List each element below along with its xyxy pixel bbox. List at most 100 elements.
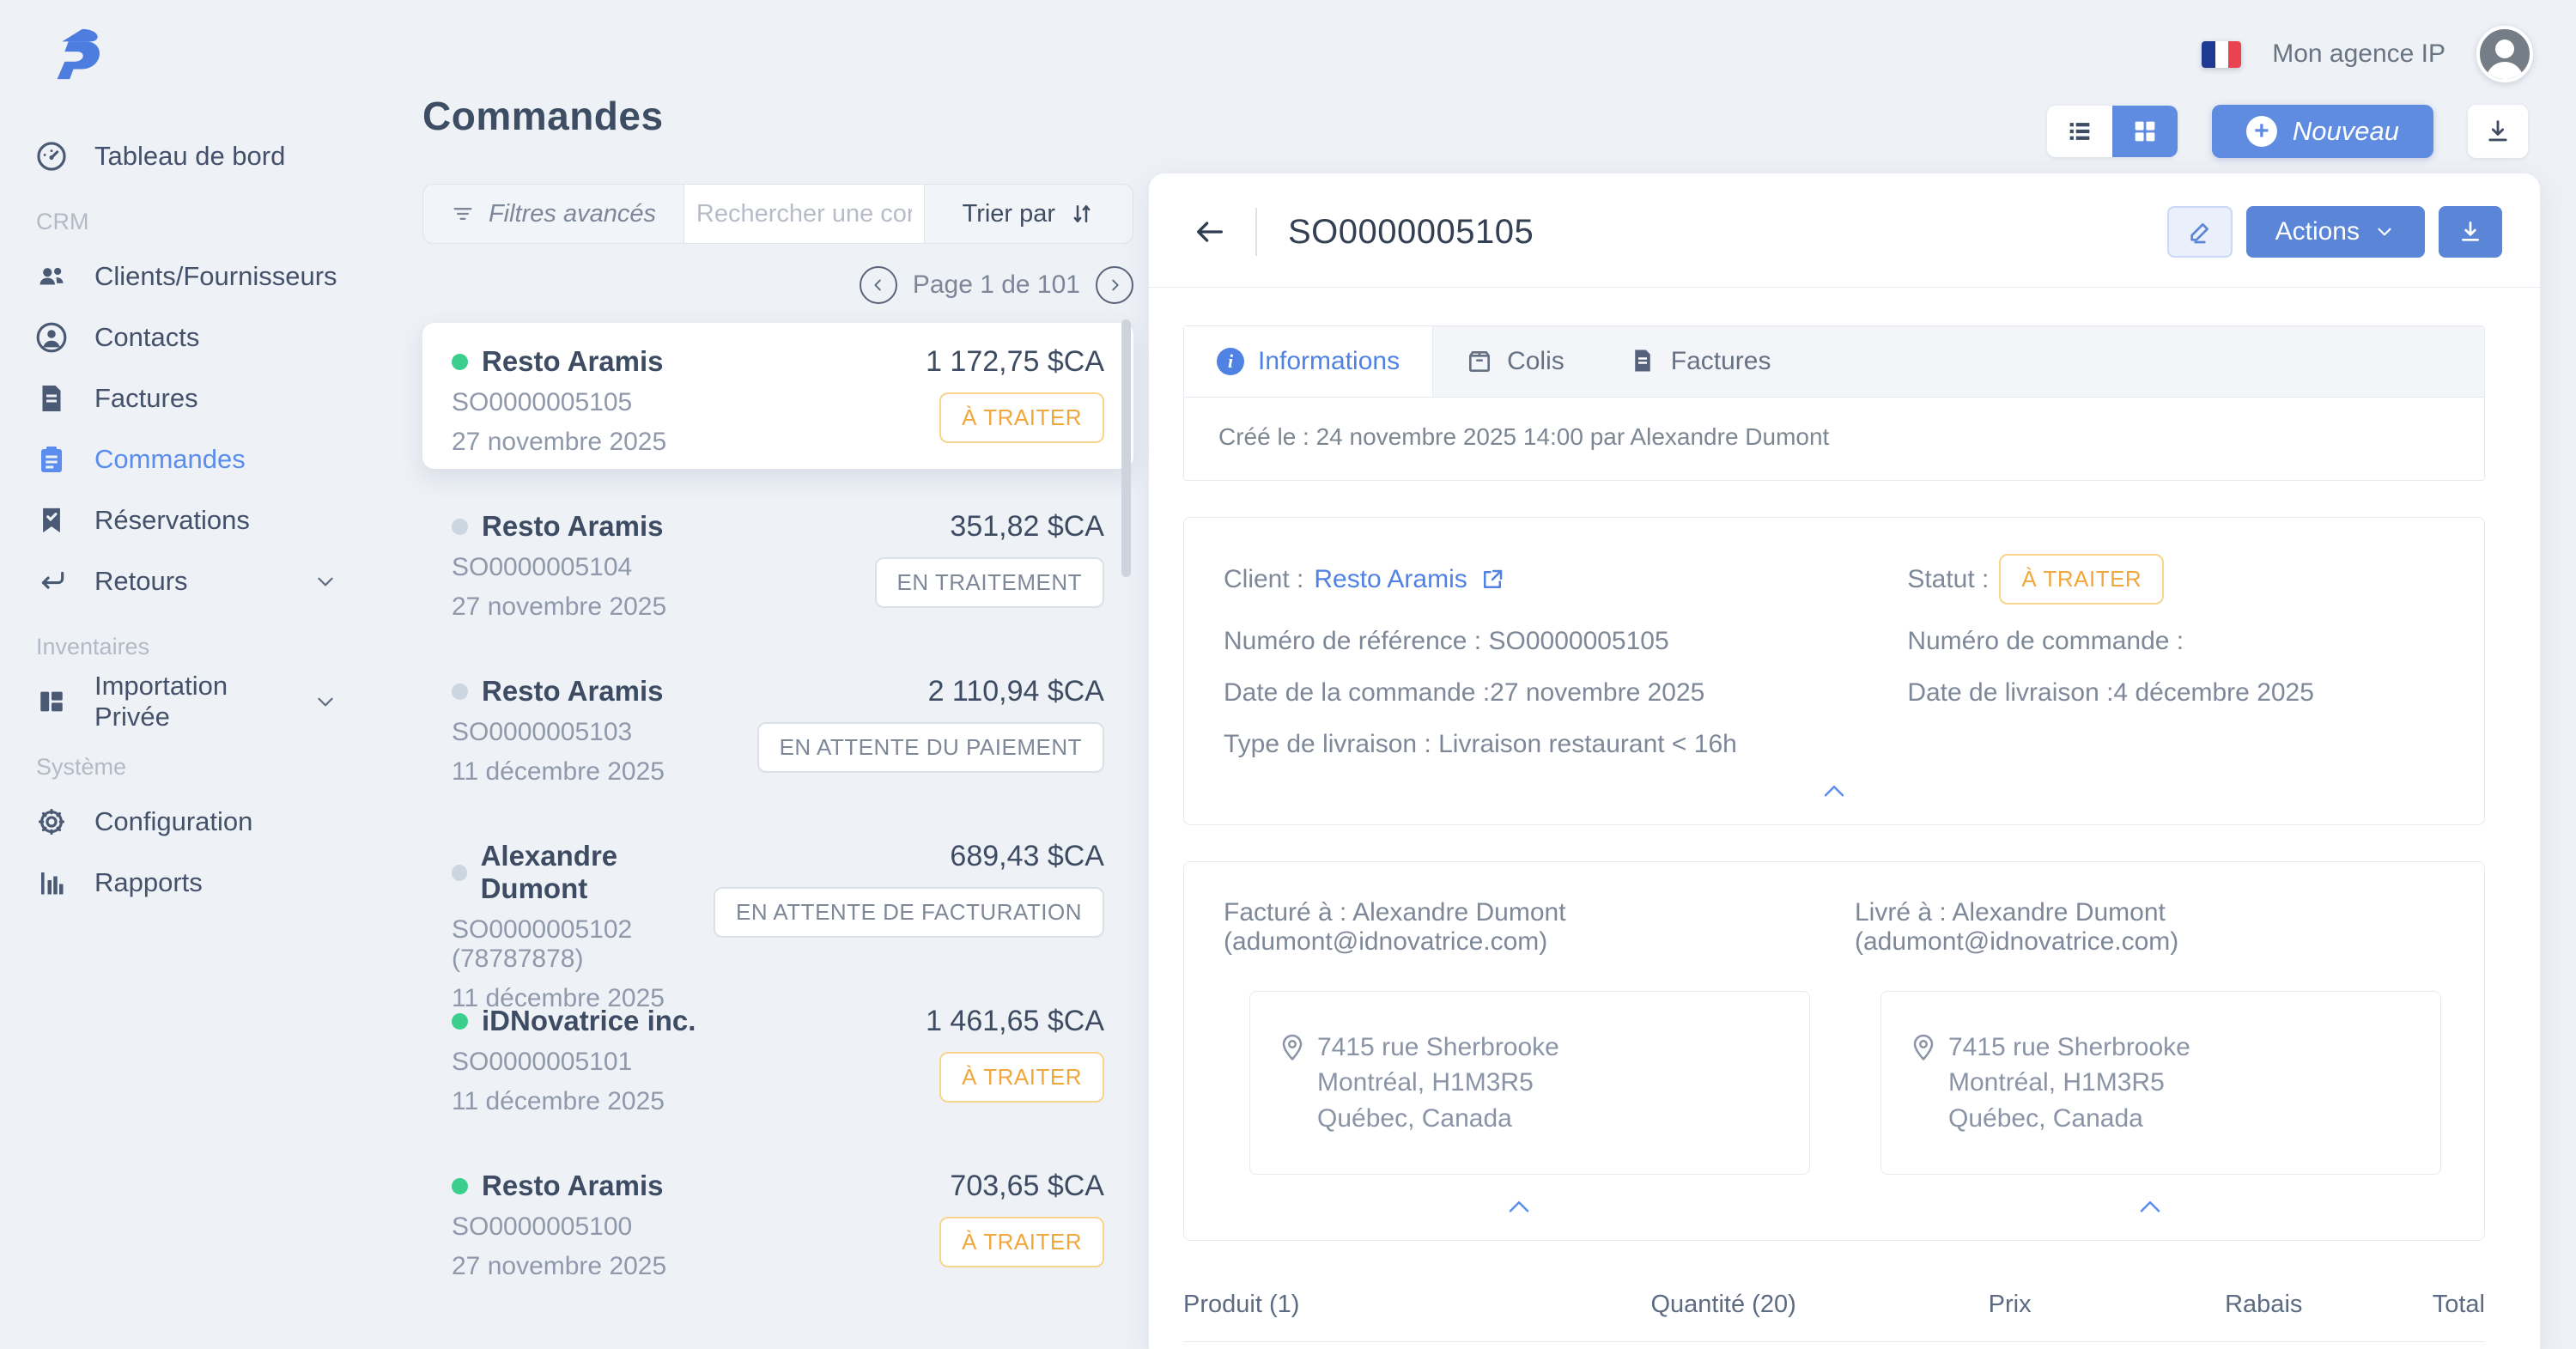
order-card[interactable]: iDNovatrice inc. SO0000005101 11 décembr… — [422, 982, 1133, 1128]
app-logo-icon[interactable] — [45, 24, 105, 84]
sidebar-item-contacts[interactable]: Contacts — [34, 307, 404, 368]
order-amount: 689,43 $CA — [950, 840, 1104, 873]
grid-view-button[interactable] — [2112, 106, 2178, 157]
delivery-type-line: Type de livraison : Livraison restaurant… — [1224, 730, 1907, 759]
sidebar: Tableau de bord CRM Clients/Fournisseurs… — [0, 0, 404, 1349]
sidebar-item-label: Tableau de bord — [94, 141, 285, 172]
order-reference: SO0000005102 (78787878) — [452, 915, 714, 974]
order-id-title: SO0000005105 — [1288, 213, 1534, 252]
chevron-down-icon — [314, 570, 337, 592]
bar-chart-icon — [34, 866, 69, 900]
billing-address-box: 7415 rue Sherbrooke Montréal, H1M3R5 Qué… — [1249, 991, 1810, 1175]
pencil-icon — [2186, 218, 2214, 246]
order-reference: SO0000005100 — [452, 1212, 666, 1242]
pagination-label: Page 1 de 101 — [913, 270, 1080, 300]
columns-icon — [34, 684, 69, 719]
sidebar-item-rapports[interactable]: Rapports — [34, 852, 404, 913]
pagination: Page 1 de 101 — [422, 266, 1133, 304]
collapse-chevron-icon[interactable] — [1224, 1175, 1814, 1226]
sidebar-section-systeme: Système — [36, 754, 404, 781]
location-pin-icon — [1279, 1033, 1305, 1064]
info-icon: i — [1217, 348, 1244, 375]
sort-label: Trier par — [963, 200, 1056, 228]
col-produit: Produit (1) — [1183, 1291, 1613, 1319]
people-icon — [34, 259, 69, 294]
actions-button-label: Actions — [2275, 217, 2360, 246]
order-card[interactable]: Resto Aramis SO0000005100 27 novembre 20… — [422, 1147, 1133, 1293]
order-date-line: Date de la commande :27 novembre 2025 — [1224, 678, 1907, 708]
collapse-chevron-icon[interactable] — [1855, 1175, 2445, 1226]
order-date: 27 novembre 2025 — [452, 428, 666, 457]
france-flag-icon[interactable] — [2202, 41, 2241, 68]
nouveau-button[interactable]: + Nouveau — [2212, 105, 2433, 158]
order-card[interactable]: Resto Aramis SO0000005105 27 novembre 20… — [422, 323, 1133, 469]
shipping-address-box: 7415 rue Sherbrooke Montréal, H1M3R5 Qué… — [1880, 991, 2441, 1175]
order-card[interactable]: Resto Aramis SO0000005104 27 novembre 20… — [422, 488, 1133, 634]
order-date: 27 novembre 2025 — [452, 1252, 666, 1281]
sidebar-section-inventaires: Inventaires — [36, 634, 404, 660]
view-toggle — [2047, 106, 2178, 157]
status-badge: À TRAITER — [1999, 554, 2164, 605]
back-arrow-icon[interactable] — [1190, 215, 1230, 249]
filter-bar: Filtres avancés Trier par — [422, 184, 1133, 244]
gear-icon — [34, 805, 69, 839]
sidebar-item-clients-fournisseurs[interactable]: Clients/Fournisseurs — [34, 246, 404, 307]
status-dot — [452, 1013, 468, 1030]
status-dot — [452, 865, 467, 881]
tab-colis[interactable]: Colis — [1433, 326, 1597, 397]
sidebar-item-configuration[interactable]: Configuration — [34, 791, 404, 852]
client-line: Client : Resto Aramis — [1224, 554, 1907, 605]
divider — [1255, 208, 1257, 256]
client-link[interactable]: Resto Aramis — [1314, 565, 1504, 594]
order-client: iDNovatrice inc. — [482, 1005, 696, 1037]
package-icon — [1466, 348, 1493, 375]
export-button[interactable] — [2468, 105, 2528, 158]
order-card[interactable]: Alexandre Dumont SO0000005102 (78787878)… — [422, 817, 1133, 963]
collapse-chevron-icon[interactable] — [1224, 759, 2445, 811]
sidebar-item-label: Réservations — [94, 505, 250, 536]
sidebar-section-crm: CRM — [36, 209, 404, 235]
list-scrollbar[interactable] — [1121, 319, 1131, 577]
previous-page-button[interactable] — [860, 266, 897, 304]
order-amount: 1 461,65 $CA — [926, 1005, 1104, 1038]
sidebar-item-importation-privee[interactable]: Importation Privée — [34, 671, 404, 732]
sort-button[interactable]: Trier par — [925, 185, 1133, 243]
sidebar-item-reservations[interactable]: Réservations — [34, 489, 404, 550]
tab-factures[interactable]: Factures — [1597, 326, 1804, 397]
sidebar-item-dashboard[interactable]: Tableau de bord — [34, 125, 404, 186]
topbar-right: Mon agence IP — [2202, 26, 2533, 82]
created-line: Créé le : 24 novembre 2025 14:00 par Ale… — [1184, 398, 2484, 480]
download-order-button[interactable] — [2439, 206, 2502, 258]
nouveau-button-label: Nouveau — [2293, 116, 2399, 147]
list-view-button[interactable] — [2047, 106, 2112, 157]
user-avatar[interactable] — [2476, 26, 2533, 82]
invoice-icon — [1630, 348, 1657, 375]
search-input[interactable] — [696, 200, 912, 228]
agency-name: Mon agence IP — [2272, 39, 2445, 69]
download-icon — [2483, 117, 2512, 146]
sidebar-item-retours[interactable]: Retours — [34, 550, 404, 611]
table-row: Voillot Bourgogne Rouge 2021 Caisse (x12… — [1183, 1342, 2485, 1349]
sidebar-item-commandes[interactable]: Commandes — [34, 428, 404, 489]
sidebar-item-label: Commandes — [94, 444, 246, 475]
col-quantite: Quantité (20) — [1613, 1291, 1834, 1319]
edit-button[interactable] — [2167, 206, 2233, 258]
client-name: Resto Aramis — [1314, 565, 1467, 594]
detail-header: SO0000005105 Actions — [1149, 173, 2540, 287]
sort-arrows-icon — [1069, 201, 1095, 227]
tab-label: Colis — [1507, 347, 1564, 376]
advanced-filters-button[interactable]: Filtres avancés — [423, 185, 684, 243]
billed-to-label: Facturé à : Alexandre Dumont (adumont@id… — [1224, 898, 1814, 957]
next-page-button[interactable] — [1096, 266, 1133, 304]
tab-informations[interactable]: i Informations — [1184, 326, 1433, 397]
order-card[interactable]: Resto Aramis SO0000005103 11 décembre 20… — [422, 653, 1133, 799]
order-amount: 351,82 $CA — [950, 510, 1104, 544]
sidebar-item-factures[interactable]: Factures — [34, 368, 404, 428]
actions-button[interactable]: Actions — [2246, 206, 2425, 258]
status-badge: EN TRAITEMENT — [875, 557, 1104, 608]
status-badge: EN ATTENTE DU PAIEMENT — [757, 722, 1104, 773]
chevron-down-icon — [2373, 221, 2396, 243]
advanced-filters-label: Filtres avancés — [489, 200, 656, 228]
sidebar-item-label: Importation Privée — [94, 671, 289, 732]
return-arrow-icon — [34, 564, 69, 599]
